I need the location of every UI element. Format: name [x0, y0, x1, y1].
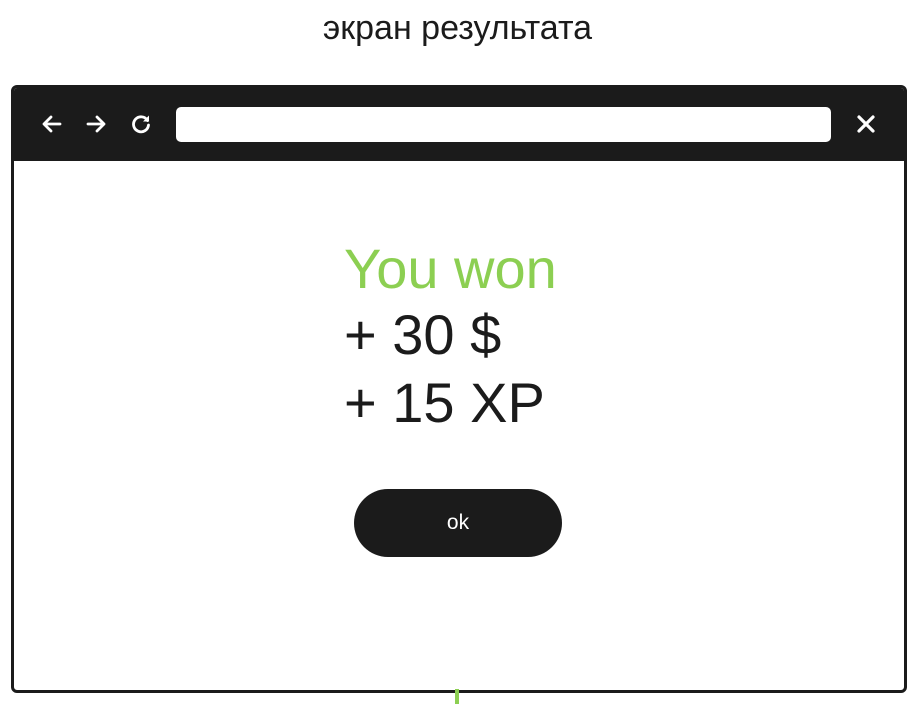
arrow-right-icon [86, 115, 106, 133]
reload-button[interactable] [129, 112, 153, 136]
result-screen: You won + 30 $ + 15 XP ok [14, 161, 904, 690]
screen-caption: экран результата [322, 9, 593, 47]
reward-xp: + 15 XP [344, 371, 545, 434]
browser-window: You won + 30 $ + 15 XP ok [11, 85, 907, 693]
connector-line [455, 689, 459, 704]
address-bar[interactable] [176, 107, 831, 142]
arrow-left-icon [42, 115, 62, 133]
close-icon [857, 115, 875, 133]
back-button[interactable] [40, 112, 64, 136]
reward-money: + 30 $ [344, 303, 502, 366]
reload-icon [132, 115, 150, 134]
browser-toolbar [14, 88, 904, 161]
ok-button[interactable]: ok [354, 489, 562, 557]
result-title: You won [344, 237, 557, 300]
result-block: You won + 30 $ + 15 XP [344, 237, 557, 437]
page: экран результата You won + 30 $ + 15 XP … [0, 0, 915, 704]
forward-button[interactable] [84, 112, 108, 136]
close-button[interactable] [854, 112, 878, 136]
